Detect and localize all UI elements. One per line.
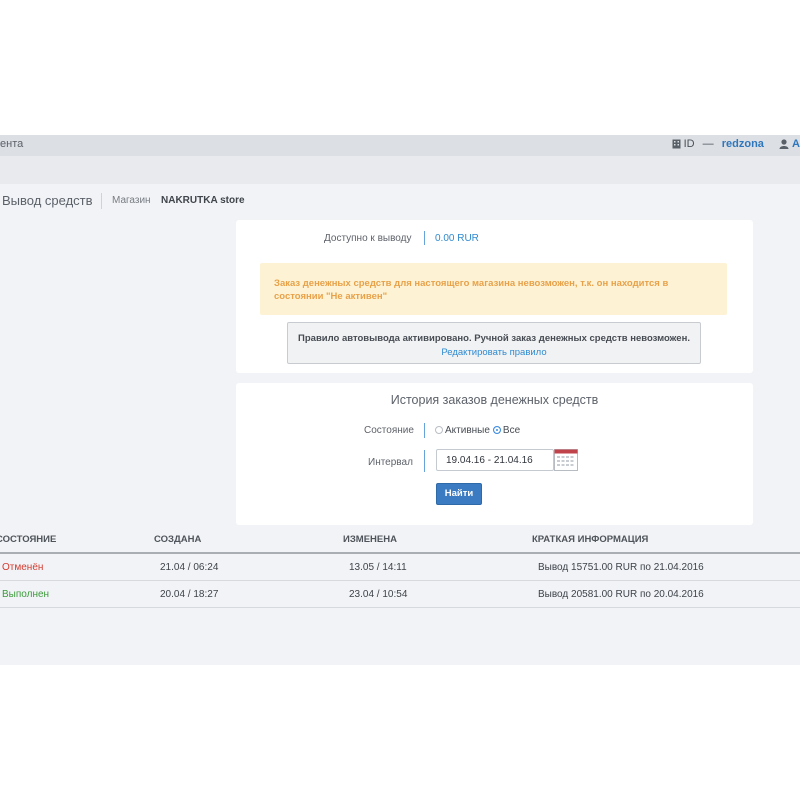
column-header-info[interactable]: КРАТКАЯ ИНФОРМАЦИЯ (532, 534, 648, 545)
top-bar: ента ID — redzona A (0, 135, 800, 156)
row-info: Вывод 20581.00 RUR по 20.04.2016 (538, 589, 704, 600)
row-created: 20.04 / 18:27 (160, 589, 219, 600)
available-amount: 0.00 RUR (435, 233, 479, 244)
building-icon (672, 139, 681, 153)
balance-card: Доступно к выводу 0.00 RUR Заказ денежны… (236, 220, 753, 373)
state-label: Состояние (364, 425, 414, 436)
interval-divider (424, 450, 425, 472)
top-bar-user-area: ID — redzona A (672, 135, 800, 153)
available-label: Доступно к выводу (324, 233, 412, 244)
radio-active-label[interactable]: Активные (445, 425, 490, 436)
id-dash: — (702, 138, 714, 150)
row-status: Отменён (2, 562, 44, 573)
username-link[interactable]: redzona (722, 138, 764, 150)
column-header-changed[interactable]: ИЗМЕНЕНА (343, 534, 397, 545)
auto-withdraw-message: Правило автовывода активировано. Ручной … (298, 333, 690, 344)
row-changed: 23.04 / 10:54 (349, 589, 408, 600)
row-info: Вывод 15751.00 RUR по 21.04.2016 (538, 562, 704, 573)
row-changed: 13.05 / 14:11 (349, 562, 407, 573)
orders-table: СОСТОЯНИЕ СОЗДАНА ИЗМЕНЕНА КРАТКАЯ ИНФОР… (0, 530, 800, 608)
interval-input[interactable]: 19.04.16 - 21.04.16 (436, 449, 554, 471)
row-status: Выполнен (2, 589, 50, 600)
interval-label: Интервал (368, 457, 413, 468)
user-icon[interactable] (779, 139, 789, 153)
auto-withdraw-notice: Правило автовывода активировано. Ручной … (287, 322, 701, 364)
table-row[interactable]: Отменён 21.04 / 06:24 13.05 / 14:11 Выво… (0, 554, 800, 581)
state-radio-group: Активные Все (435, 425, 523, 436)
shop-name: NAKRUTKA store (161, 195, 245, 206)
header-divider (101, 193, 102, 209)
column-header-created[interactable]: СОЗДАНА (154, 534, 201, 545)
shop-label: Магазин (112, 195, 151, 206)
history-title: История заказов денежных средств (390, 393, 599, 407)
radio-all[interactable] (492, 426, 501, 434)
app-frame: ента ID — redzona A Вывод средств Магази… (0, 135, 800, 665)
user-menu-link[interactable]: A (792, 138, 800, 150)
calendar-icon[interactable] (554, 448, 578, 477)
radio-active[interactable] (435, 426, 443, 434)
find-button[interactable]: Найти (436, 483, 482, 505)
edit-rule-link[interactable]: Редактировать правило (441, 346, 546, 360)
inactive-shop-warning: Заказ денежных средств для настоящего ма… (260, 263, 727, 315)
radio-all-label[interactable]: Все (503, 425, 520, 436)
state-divider (424, 423, 425, 438)
history-filter-card: История заказов денежных средств Состоян… (236, 383, 753, 525)
sub-navigation-bar (0, 156, 800, 184)
column-header-status[interactable]: СОСТОЯНИЕ (0, 534, 56, 545)
table-row[interactable]: Выполнен 20.04 / 18:27 23.04 / 10:54 Выв… (0, 581, 800, 608)
top-bar-left-text: ента (0, 138, 24, 150)
table-header: СОСТОЯНИЕ СОЗДАНА ИЗМЕНЕНА КРАТКАЯ ИНФОР… (0, 530, 800, 554)
id-label: ID (683, 138, 695, 150)
available-divider (424, 231, 425, 245)
row-created: 21.04 / 06:24 (160, 562, 219, 573)
page-title: Вывод средств (2, 193, 93, 208)
